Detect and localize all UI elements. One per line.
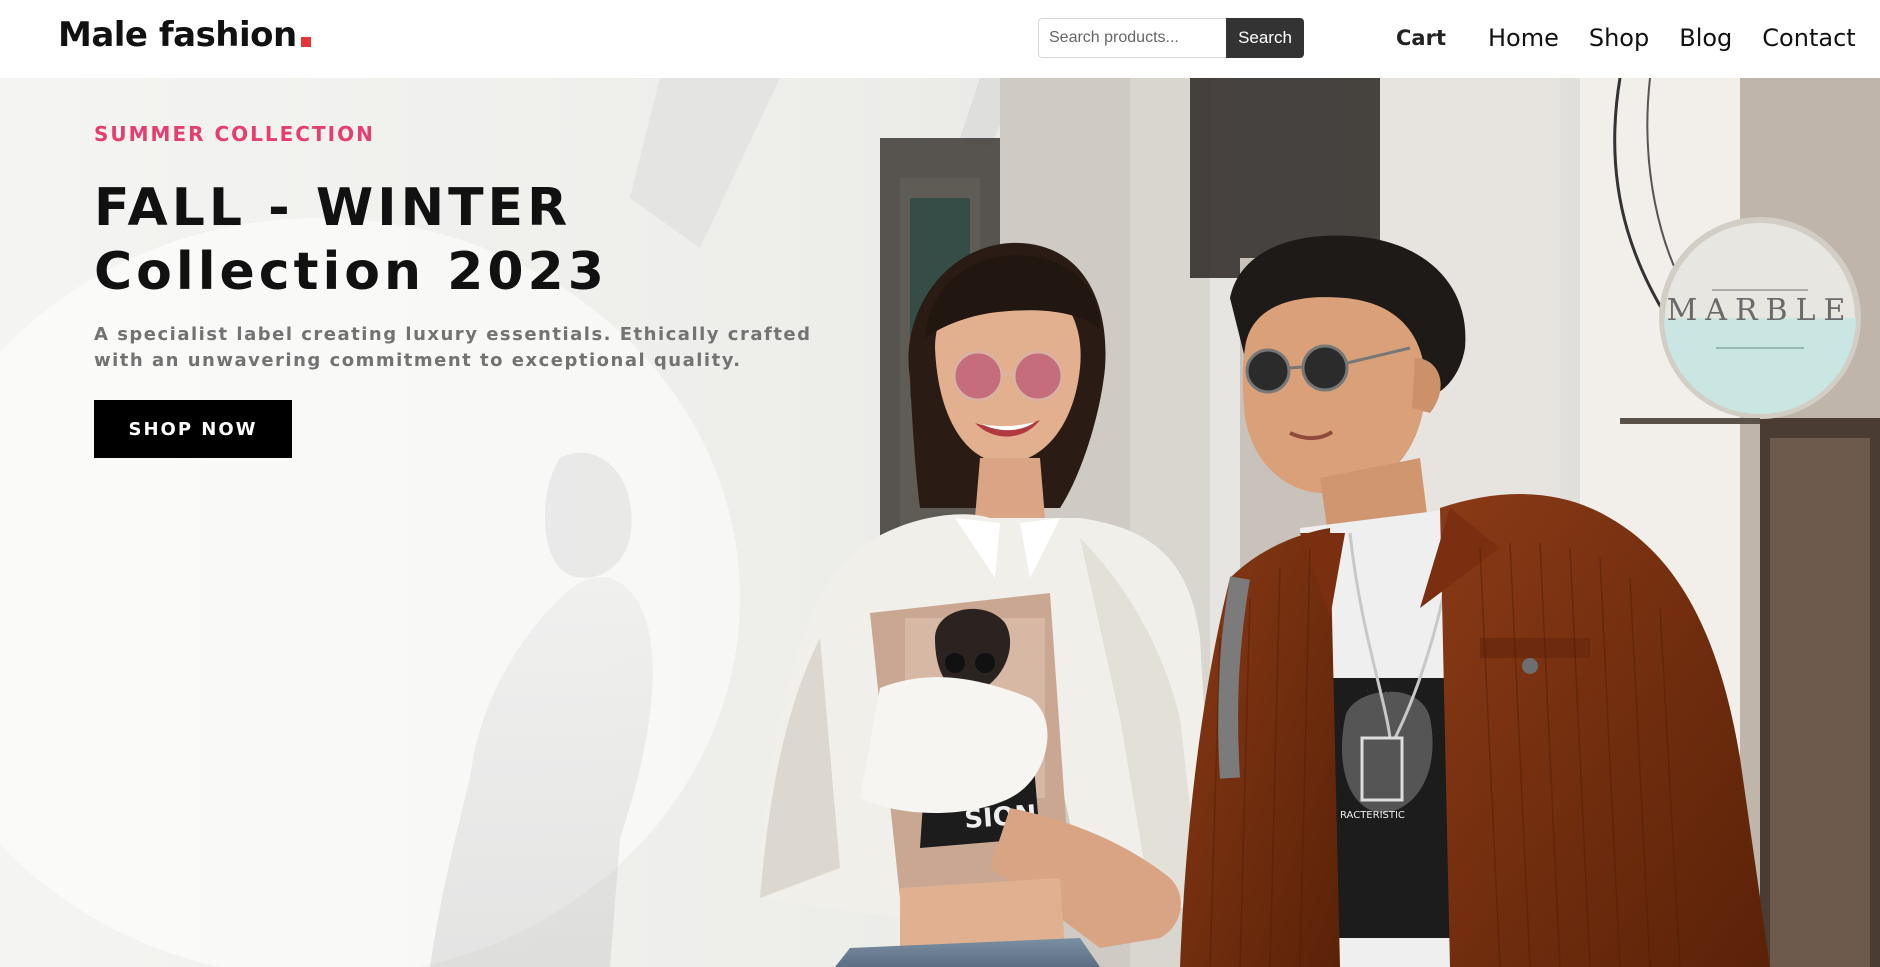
main-nav: Cart Home Shop Blog Contact — [1396, 19, 1856, 57]
hero-title-line2: Collection 2023 — [94, 242, 608, 302]
nav-link-contact[interactable]: Contact — [1762, 24, 1855, 52]
nav-link-blog[interactable]: Blog — [1679, 24, 1732, 52]
hero-content: SUMMER COLLECTION FALL - WINTER Collecti… — [94, 122, 814, 458]
hero-title-line1: FALL - WINTER — [94, 178, 572, 238]
site-logo[interactable]: Male fashion — [58, 18, 311, 56]
nav-link-home[interactable]: Home — [1488, 24, 1559, 52]
search-bar: Search — [1038, 18, 1304, 58]
cart-link[interactable]: Cart — [1396, 26, 1446, 50]
hero-banner: MARBLE SION RACTERISTIC LOST SUMMER COLL… — [0, 78, 1880, 967]
hero-description: A specialist label creating luxury essen… — [94, 324, 812, 371]
svg-text:RACTERISTIC: RACTERISTIC — [1340, 810, 1405, 821]
hero-title: FALL - WINTER Collection 2023 — [94, 176, 814, 304]
site-header: Male fashion Search Cart Home Shop Blog … — [0, 0, 1880, 78]
hero-tagline: SUMMER COLLECTION — [94, 122, 375, 146]
logo-accent-dot — [300, 37, 311, 47]
search-button[interactable]: Search — [1226, 18, 1304, 58]
shop-sign-text: MARBLE — [1667, 293, 1854, 328]
logo-text: Male fashion — [58, 15, 297, 55]
shop-now-button[interactable]: SHOP NOW — [94, 400, 292, 458]
search-input[interactable] — [1038, 18, 1226, 58]
nav-link-shop[interactable]: Shop — [1589, 24, 1649, 52]
